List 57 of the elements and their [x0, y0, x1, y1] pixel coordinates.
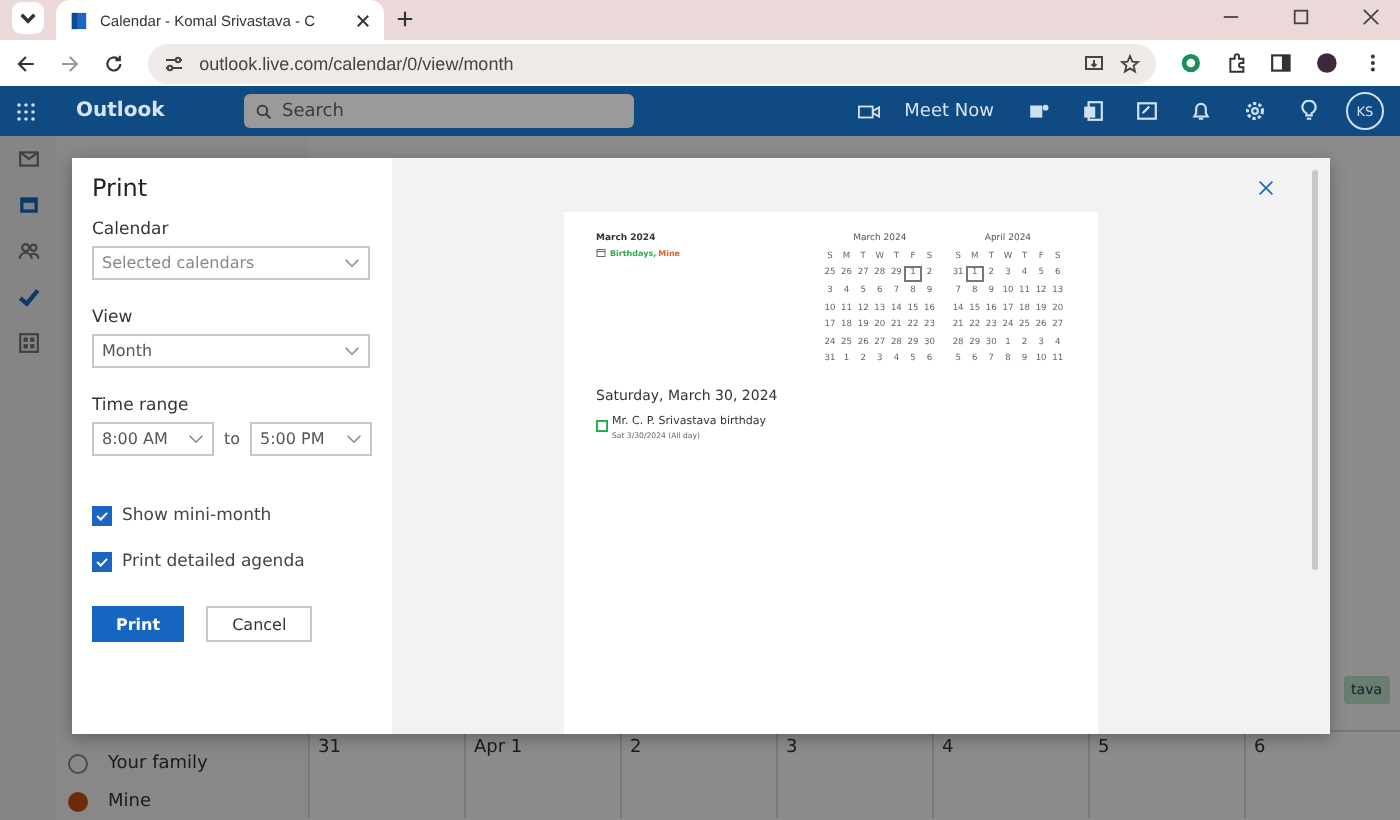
calendar-checkbox[interactable]: [68, 753, 88, 774]
forward-icon[interactable]: [59, 53, 80, 74]
people-icon[interactable]: [17, 240, 39, 263]
field-label: Time range: [92, 396, 191, 417]
profile-avatar[interactable]: [1316, 52, 1339, 75]
mail-icon[interactable]: [17, 148, 39, 171]
extension-icon[interactable]: [1179, 52, 1202, 75]
install-app-icon[interactable]: [1083, 53, 1104, 74]
new-tab-icon[interactable]: [396, 10, 414, 29]
calendar-dropdown[interactable]: Selected calendars: [92, 246, 370, 281]
view-dropdown[interactable]: Month: [92, 334, 370, 369]
to-label: to: [223, 428, 241, 453]
maximize-icon[interactable]: [1292, 8, 1310, 27]
star-icon[interactable]: [1119, 53, 1140, 74]
chevron-down-icon: [346, 434, 362, 445]
video-camera-icon: [858, 103, 881, 120]
app-launcher-icon[interactable]: [16, 101, 36, 122]
cancel-button[interactable]: Cancel: [206, 606, 313, 643]
settings-icon[interactable]: [1244, 100, 1266, 123]
back-icon[interactable]: [16, 53, 36, 74]
checkbox[interactable]: [92, 505, 112, 526]
app-name: Outlook: [76, 100, 167, 123]
field-label: View: [92, 308, 135, 329]
checkbox-label[interactable]: Show mini-month: [122, 505, 272, 526]
print-button[interactable]: Print: [92, 606, 185, 643]
search-field[interactable]: Search: [244, 94, 634, 129]
chevron-down-icon: [344, 258, 360, 269]
calendar-name[interactable]: Your family: [108, 753, 208, 774]
reload-icon[interactable]: [103, 53, 124, 74]
meet-now-button[interactable]: Meet Now: [850, 101, 1002, 122]
calendar-icon: [596, 248, 606, 259]
site-settings-icon[interactable]: [163, 53, 184, 74]
calendar-icon: [70, 11, 88, 30]
checkbox[interactable]: [92, 551, 112, 572]
start-time-dropdown[interactable]: 8:00 AM: [92, 422, 214, 457]
chevron-down-icon: [187, 434, 204, 445]
chevron-down-icon: [344, 346, 360, 357]
scrollbar[interactable]: [1312, 170, 1318, 571]
calendar-icon[interactable]: [17, 194, 39, 217]
search-icon: [256, 103, 272, 120]
note-icon[interactable]: [1136, 100, 1158, 123]
lightbulb-icon[interactable]: [1298, 100, 1320, 123]
close-icon[interactable]: [1362, 8, 1380, 27]
calendar-checkbox[interactable]: [68, 791, 88, 812]
close-icon[interactable]: [356, 13, 370, 28]
calendar-name[interactable]: Mine: [108, 791, 152, 812]
dialog-title: Print: [92, 174, 150, 203]
checkmark-icon[interactable]: [17, 286, 39, 309]
checkbox-label[interactable]: Print detailed agenda: [122, 551, 305, 572]
address-bar[interactable]: outlook.live.com/calendar/0/view/month: [147, 43, 1156, 84]
bell-icon[interactable]: [1190, 100, 1212, 123]
side-panel-icon[interactable]: [1270, 52, 1293, 75]
tab-list-button[interactable]: [12, 2, 44, 35]
apps-icon[interactable]: [17, 332, 39, 355]
end-time-dropdown[interactable]: 5:00 PM: [250, 422, 372, 457]
puzzle-icon[interactable]: [1225, 52, 1247, 75]
field-label: Calendar: [92, 220, 171, 241]
